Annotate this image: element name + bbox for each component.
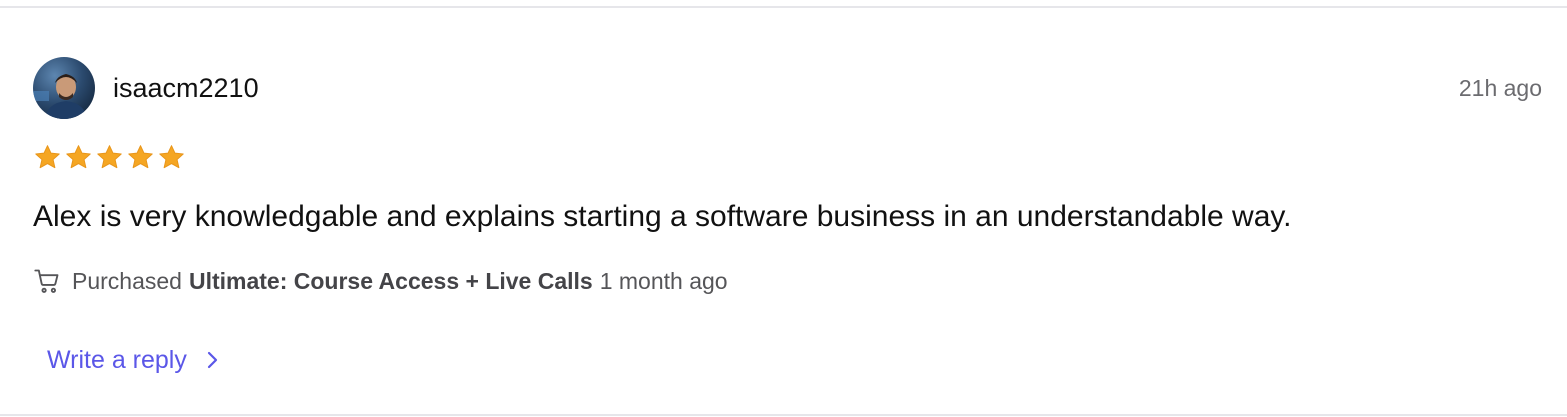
star-icon	[35, 145, 60, 169]
purchase-prefix: Purchased	[72, 267, 182, 294]
write-reply-link[interactable]: Write a reply	[47, 342, 221, 378]
shopping-cart-icon	[34, 269, 59, 293]
star-icon	[97, 145, 122, 169]
star-icon	[128, 145, 153, 169]
star-icon	[159, 145, 184, 169]
bottom-divider	[0, 414, 1567, 416]
purchased-product: Ultimate: Course Access + Live Calls	[188, 267, 593, 294]
reviewer-username[interactable]: isaacm2210	[113, 70, 259, 106]
review-text: Alex is very knowledgable and explains s…	[33, 200, 1292, 233]
avatar-image	[33, 57, 95, 119]
avatar[interactable]	[33, 57, 95, 119]
purchase-date: 1 month ago	[599, 267, 728, 294]
star-icon	[66, 145, 91, 169]
chevron-right-icon	[207, 351, 217, 369]
top-divider	[0, 6, 1567, 8]
purchase-info: Purchased Ultimate: Course Access + Live…	[33, 263, 728, 299]
review-timestamp: 21h ago	[1458, 75, 1542, 101]
write-reply-label: Write a reply	[47, 345, 187, 374]
star-rating	[33, 143, 186, 173]
